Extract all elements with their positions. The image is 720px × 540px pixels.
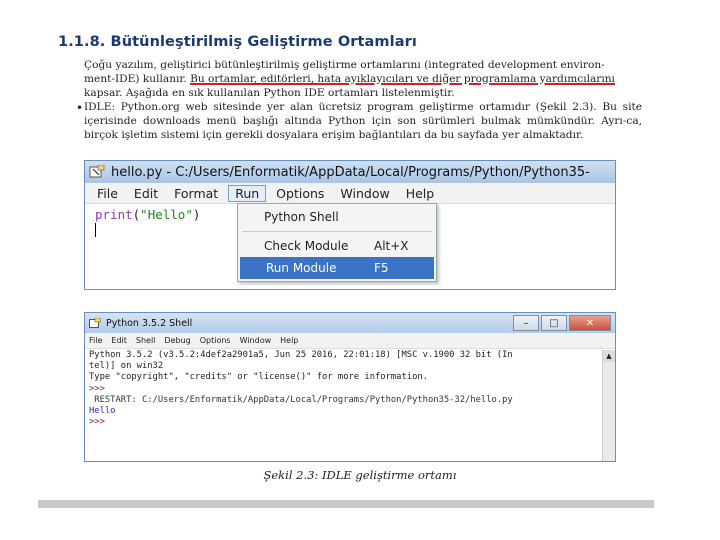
shell-menu-edit[interactable]: Edit	[111, 336, 127, 345]
minimize-icon[interactable]: –	[513, 315, 539, 331]
menu-options[interactable]: Options	[270, 186, 330, 201]
run-dropdown-menu: Python Shell Check Module Alt+X Run Modul…	[237, 203, 437, 282]
shell-menu-options[interactable]: Options	[200, 336, 231, 345]
menu-run[interactable]: Run	[228, 184, 267, 202]
shell-title: Python 3.5.2 Shell	[106, 317, 193, 329]
window-controls: – □ ✕	[513, 315, 611, 331]
shell-menu-debug[interactable]: Debug	[164, 336, 190, 345]
python-shell-icon	[89, 317, 101, 329]
menu-item-run-module-label: Run Module	[266, 261, 337, 275]
highlighted-sentence: Bu ortamlar, editörleri, hata ayıklayıcı…	[190, 73, 615, 85]
editor-titlebar[interactable]: hello.py - C:/Users/Enformatik/AppData/L…	[85, 161, 615, 183]
shell-line: Python 3.5.2 (v3.5.2:4def2a2901a5, Jun 2…	[89, 350, 513, 360]
figure-caption: Şekil 2.3: IDLE geliştirme ortamı	[263, 468, 457, 482]
run-module-accelerator: F5	[374, 261, 389, 275]
code-string: "Hello"	[140, 207, 193, 222]
text-cursor	[95, 223, 96, 237]
editor-menubar: File Edit Format Run Options Window Help	[85, 183, 615, 204]
paragraph-line-2: ment-IDE) kullanır. Bu ortamlar, editörl…	[84, 72, 642, 86]
editor-code[interactable]: print("Hello")	[95, 207, 200, 222]
shell-scrollbar[interactable]: ▲	[602, 350, 615, 461]
menu-help[interactable]: Help	[400, 186, 441, 201]
section-heading: 1.1.8. Bütünleştirilmiş Geliştirme Ortam…	[58, 34, 417, 50]
paragraph-line-1: Çoğu yazılım, geliştirici bütünleştirilm…	[84, 59, 605, 71]
shell-prompt: >>>	[89, 417, 111, 428]
menu-item-python-shell-label: Python Shell	[264, 210, 339, 224]
shell-line: Type "copyright", "credits" or "license(…	[89, 372, 428, 383]
paragraph-line-2-start: ment-IDE) kullanır.	[84, 73, 191, 85]
menu-item-check-module-label: Check Module	[264, 239, 349, 253]
maximize-icon[interactable]: □	[541, 315, 567, 331]
shell-restart-line: RESTART: C:/Users/Enformatik/AppData/Loc…	[89, 394, 513, 405]
menu-file[interactable]: File	[91, 186, 124, 201]
intro-paragraph: Çoğu yazılım, geliştirici bütünleştirilm…	[84, 58, 642, 100]
scroll-up-icon[interactable]: ▲	[603, 350, 615, 362]
footer-bar	[38, 500, 654, 508]
shell-output[interactable]: Python 3.5.2 (v3.5.2:4def2a2901a5, Jun 2…	[89, 350, 601, 428]
shell-line: tel)] on win32	[89, 361, 164, 372]
shell-titlebar[interactable]: Python 3.5.2 Shell – □ ✕	[85, 313, 615, 333]
close-icon[interactable]: ✕	[569, 315, 611, 331]
menu-format[interactable]: Format	[168, 186, 224, 201]
idle-editor-window: hello.py - C:/Users/Enformatik/AppData/L…	[84, 160, 616, 290]
menu-window[interactable]: Window	[334, 186, 395, 201]
code-paren-close: )	[192, 207, 201, 222]
menu-item-python-shell[interactable]: Python Shell	[238, 206, 436, 228]
check-module-accelerator: Alt+X	[374, 239, 409, 253]
shell-menubar: File Edit Shell Debug Options Window Hel…	[85, 333, 615, 349]
code-keyword: print	[95, 207, 133, 222]
shell-program-output: Hello	[89, 406, 116, 417]
editor-title: hello.py - C:/Users/Enformatik/AppData/L…	[111, 164, 590, 180]
shell-prompt: >>>	[89, 383, 111, 394]
paragraph-line-3: kapsar. Aşağıda en sık kullanılan Python…	[84, 87, 455, 99]
menu-separator	[242, 231, 432, 232]
shell-menu-file[interactable]: File	[89, 336, 102, 345]
python-app-icon	[89, 164, 105, 179]
shell-menu-shell[interactable]: Shell	[136, 336, 156, 345]
bullet-text: IDLE: Python.org web sitesinde yer alan …	[84, 101, 642, 141]
menu-item-run-module[interactable]: Run Module F5	[240, 257, 434, 279]
bullet-point: •	[76, 101, 84, 115]
menu-item-check-module[interactable]: Check Module Alt+X	[238, 235, 436, 257]
python-shell-window: Python 3.5.2 Shell – □ ✕ File Edit Shell…	[84, 312, 616, 462]
menu-edit[interactable]: Edit	[128, 186, 164, 201]
shell-menu-help[interactable]: Help	[280, 336, 298, 345]
shell-menu-window[interactable]: Window	[240, 336, 272, 345]
